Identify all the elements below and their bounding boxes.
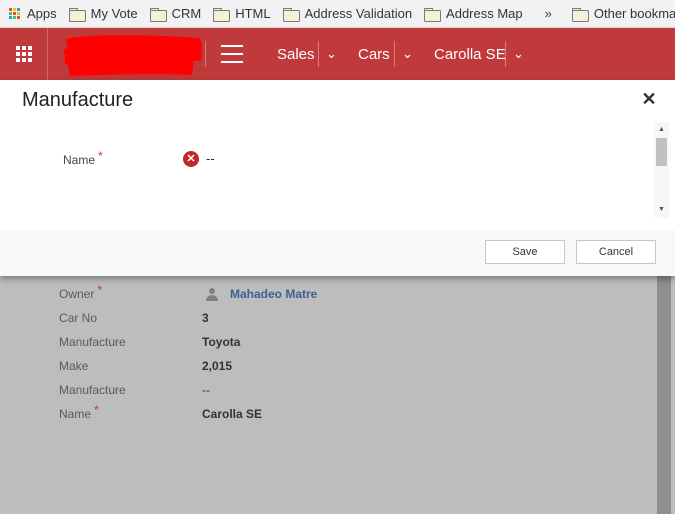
- field-label: Manufacture: [59, 383, 126, 397]
- field-label: Make: [59, 359, 89, 373]
- apps-grid-icon: [9, 8, 20, 19]
- bookmark-label: Other bookmarks: [593, 6, 675, 21]
- folder-icon: [571, 7, 589, 22]
- bookmark-crm[interactable]: CRM: [144, 0, 208, 28]
- form-row-owner: Owner * Mahadeo Matre: [59, 283, 317, 304]
- folder-icon: [282, 7, 300, 22]
- required-mark: *: [98, 149, 103, 163]
- chevron-down-icon[interactable]: ⌄: [402, 28, 413, 80]
- error-icon: ✕: [183, 151, 199, 167]
- scroll-up-icon[interactable]: ▲: [658, 126, 665, 133]
- owner-lookup[interactable]: Mahadeo Matre: [202, 287, 317, 301]
- waffle-icon: [15, 46, 32, 62]
- form-row-car-no: Car No 3: [59, 308, 209, 328]
- bookmark-address-validation[interactable]: Address Validation: [277, 0, 418, 28]
- field-value[interactable]: Carolla SE: [202, 407, 262, 421]
- nav-divider: [505, 41, 506, 67]
- dialog-footer: Save Cancel: [0, 230, 675, 276]
- bookmark-label: HTML: [235, 6, 271, 21]
- close-icon[interactable]: ✕: [640, 90, 658, 108]
- form-row-manufacture: Manufacture Toyota: [59, 332, 240, 352]
- scroll-thumb[interactable]: [656, 138, 667, 166]
- bookmarks-bar: Apps My Vote CRM HTML Address Validation…: [0, 0, 675, 28]
- bookmark-label: Address Map: [446, 6, 523, 21]
- nav-divider: [318, 41, 319, 67]
- bookmark-other[interactable]: Other bookmarks: [566, 0, 675, 28]
- form-scrollbar[interactable]: [657, 276, 671, 514]
- bookmark-label: CRM: [171, 6, 202, 21]
- field-label: Owner *: [59, 283, 103, 301]
- nav-cars[interactable]: Cars: [358, 28, 390, 80]
- folder-icon: [424, 7, 442, 22]
- dialog-body: Name * ✕ --: [0, 122, 670, 218]
- save-button[interactable]: Save: [485, 240, 565, 264]
- nav-sales[interactable]: Sales: [277, 28, 315, 80]
- bookmark-apps[interactable]: Apps: [0, 0, 63, 28]
- required-mark: *: [94, 403, 99, 417]
- scroll-down-icon[interactable]: ▼: [658, 206, 665, 213]
- bookmark-apps-label: Apps: [27, 6, 57, 21]
- field-value[interactable]: --: [202, 383, 210, 397]
- name-field-value[interactable]: --: [206, 151, 215, 166]
- field-value[interactable]: 2,015: [202, 359, 232, 373]
- bookmark-html[interactable]: HTML: [207, 0, 276, 28]
- form-row-name: Name * Carolla SE: [59, 403, 262, 424]
- form-row-manufacture-lookup: Manufacture --: [59, 380, 210, 400]
- folder-icon: [213, 7, 231, 22]
- bookmark-label: Address Validation: [304, 6, 413, 21]
- folder-icon: [149, 7, 167, 22]
- field-label: Manufacture: [59, 335, 126, 349]
- field-label: Name *: [59, 403, 99, 421]
- dialog-title: Manufacture: [22, 89, 134, 111]
- redacted-logo: [64, 35, 202, 76]
- field-value[interactable]: Toyota: [202, 335, 240, 349]
- app-header: Sales ⌄ Cars ⌄ Carolla SE ⌄: [0, 28, 675, 80]
- field-value[interactable]: 3: [202, 311, 209, 325]
- bookmark-address-map[interactable]: Address Map: [418, 0, 529, 28]
- name-field-label: Name *: [63, 149, 103, 167]
- bookmark-my-vote[interactable]: My Vote: [63, 0, 144, 28]
- header-divider: [205, 41, 206, 67]
- app-launcher-button[interactable]: [0, 28, 48, 80]
- cancel-button[interactable]: Cancel: [576, 240, 656, 264]
- field-label: Car No: [59, 311, 98, 325]
- dialog-scrollbar[interactable]: ▲ ▼: [654, 122, 669, 218]
- nav-divider: [394, 41, 395, 67]
- chevron-down-icon[interactable]: ⌄: [326, 28, 337, 80]
- person-icon: [206, 287, 218, 301]
- form-row-make: Make 2,015: [59, 356, 232, 376]
- manufacture-dialog: Manufacture ✕ Name * ✕ -- ▲ ▼ Save Cancel: [0, 80, 675, 276]
- menu-hamburger-icon[interactable]: [221, 45, 243, 63]
- bookmark-label: My Vote: [90, 6, 138, 21]
- owner-value[interactable]: Mahadeo Matre: [230, 287, 317, 301]
- chevron-down-icon[interactable]: ⌄: [513, 28, 524, 80]
- folder-icon: [68, 7, 86, 22]
- nav-carolla-se[interactable]: Carolla SE: [434, 28, 506, 80]
- required-mark: *: [97, 283, 103, 297]
- double-chevron-right-icon[interactable]: »: [539, 6, 558, 21]
